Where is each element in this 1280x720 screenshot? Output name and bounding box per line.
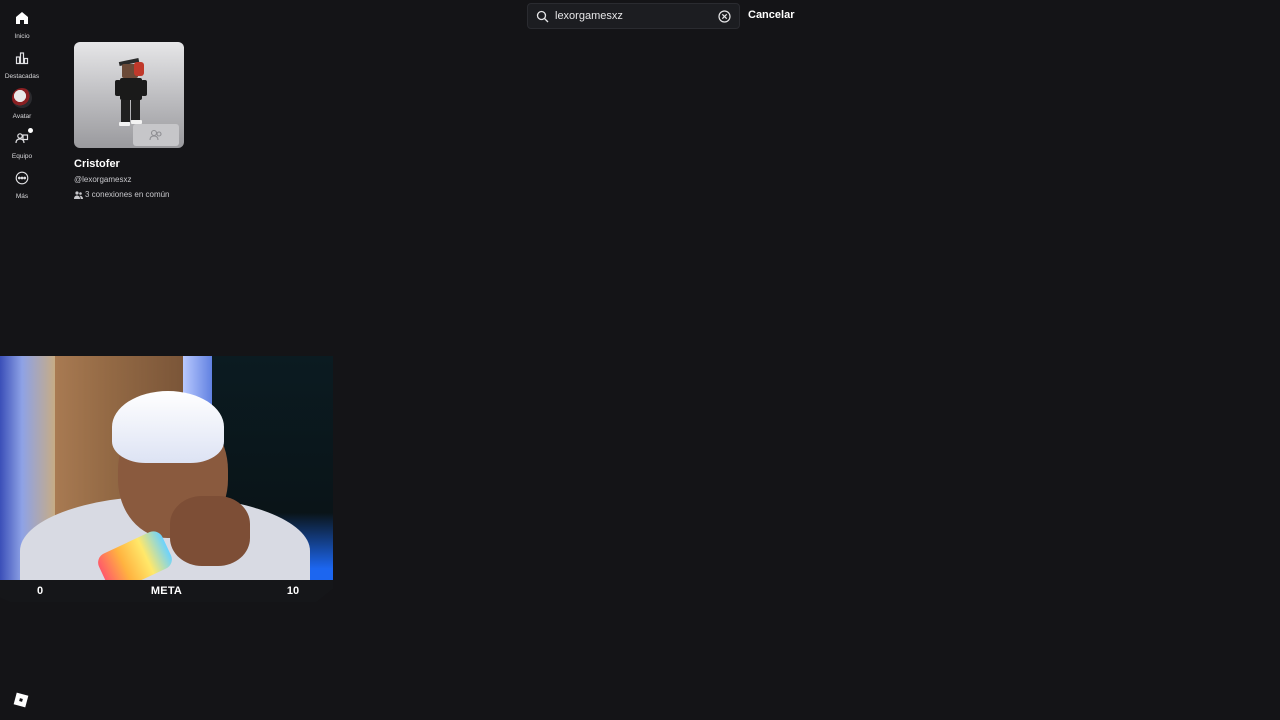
add-connection-icon[interactable] bbox=[133, 124, 179, 146]
sidebar-item-inicio[interactable]: Inicio bbox=[0, 0, 44, 40]
app-root: Inicio Destacadas Avatar Equipo Más lexo… bbox=[0, 0, 1280, 720]
chart-icon bbox=[14, 50, 30, 66]
streamer-hand bbox=[170, 496, 250, 566]
user-result-card[interactable]: Cristofer @lexorgamesxz 3 conexiones en … bbox=[74, 42, 194, 199]
cancel-button[interactable]: Cancelar bbox=[748, 9, 794, 21]
goal-bar: 0 META 10 bbox=[0, 580, 333, 602]
goal-end-value: 10 bbox=[286, 585, 300, 597]
team-icon bbox=[14, 130, 30, 146]
goal-start-value: 0 bbox=[36, 585, 44, 597]
search-icon bbox=[536, 10, 549, 23]
clear-search-icon[interactable] bbox=[718, 9, 731, 23]
notification-dot bbox=[28, 128, 33, 133]
avatar-figure bbox=[115, 57, 147, 126]
mutual-connections: 3 conexiones en común bbox=[74, 190, 194, 199]
streamer-durag bbox=[112, 391, 224, 463]
sidebar-item-label: Equipo bbox=[11, 153, 33, 160]
home-icon bbox=[14, 10, 30, 26]
sidebar-item-label: Destacadas bbox=[4, 73, 40, 80]
mutual-connections-label: 3 conexiones en común bbox=[85, 190, 170, 199]
sidebar-item-equipo[interactable]: Equipo bbox=[0, 120, 44, 160]
sidebar-item-label: Avatar bbox=[12, 113, 32, 120]
sidebar-item-mas[interactable]: Más bbox=[0, 160, 44, 200]
sidebar-item-destacadas[interactable]: Destacadas bbox=[0, 40, 44, 80]
user-avatar-thumbnail[interactable] bbox=[74, 42, 184, 148]
sidebar-item-label: Más bbox=[15, 193, 29, 200]
user-display-name: Cristofer bbox=[74, 158, 120, 170]
sidebar-item-avatar[interactable]: Avatar bbox=[0, 80, 44, 120]
user-handle: @lexorgamesxz bbox=[74, 175, 132, 184]
avatar-icon bbox=[12, 88, 32, 108]
more-icon bbox=[14, 170, 30, 186]
sidebar-item-label: Inicio bbox=[14, 33, 30, 40]
webcam-overlay bbox=[0, 356, 333, 580]
roblox-logo-icon[interactable] bbox=[13, 692, 29, 708]
people-icon bbox=[74, 190, 83, 199]
goal-label: META bbox=[150, 585, 183, 597]
search-input[interactable] bbox=[555, 10, 718, 22]
search-box bbox=[527, 3, 740, 29]
